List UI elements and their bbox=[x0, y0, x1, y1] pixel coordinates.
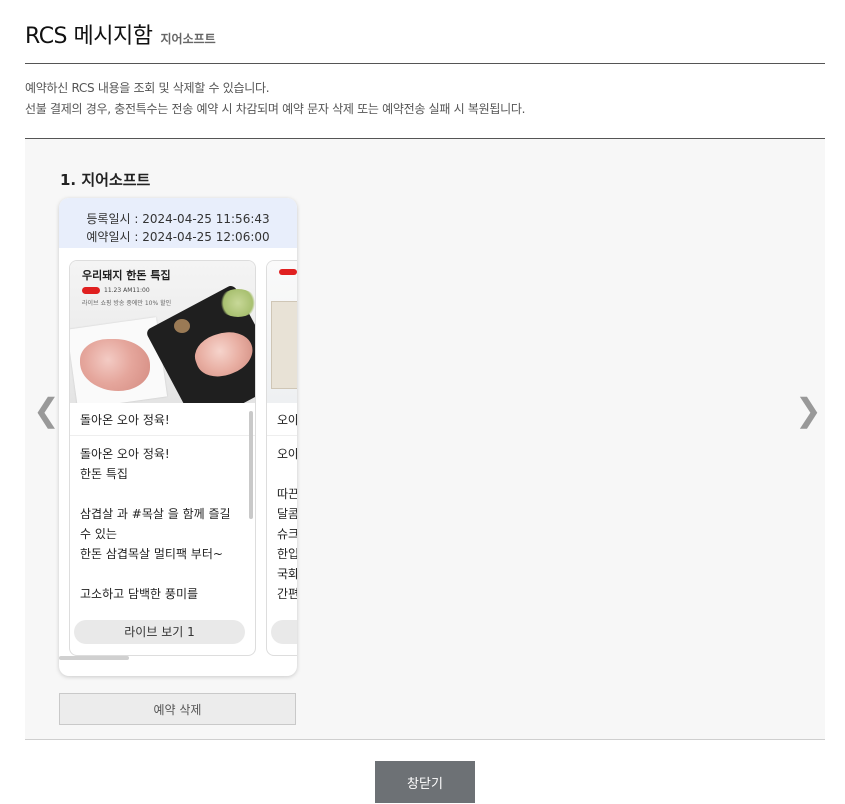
next-arrow-icon[interactable]: ❯ bbox=[795, 391, 822, 429]
company-label: 1. 지어소프트 bbox=[60, 171, 151, 189]
close-window-button[interactable]: 창닫기 bbox=[375, 761, 475, 803]
image-box bbox=[271, 301, 297, 389]
live-view-button[interactable] bbox=[271, 620, 297, 644]
message-body[interactable]: 오아 오아 따끈 달콤 슈크 한입 국화 간편 bbox=[267, 403, 297, 614]
message-card: 우리돼지 한돈 특집 11.23 AM11:00 라이브 쇼핑 방송 중에만 1… bbox=[69, 260, 256, 656]
description-line-1: 예약하신 RCS 내용을 조회 및 삭제할 수 있습니다. bbox=[25, 81, 270, 95]
message-heading: 돌아온 오아 정육! bbox=[70, 403, 255, 436]
reservation-panel: 1. 지어소프트 ❮ ❯ 등록일시 : 2024-04-25 11:56:43 … bbox=[25, 139, 825, 740]
message-text: 오아 따끈 달콤 슈크 한입 국화 간편 bbox=[277, 447, 297, 601]
registered-datetime: 등록일시 : 2024-04-25 11:56:43 bbox=[86, 212, 270, 226]
card-header: 등록일시 : 2024-04-25 11:56:43 예약일시 : 2024-0… bbox=[59, 198, 297, 248]
page-subtitle: 지어소프트 bbox=[160, 32, 216, 46]
live-view-button[interactable]: 라이브 보기 1 bbox=[74, 620, 245, 644]
reservation-card: 등록일시 : 2024-04-25 11:56:43 예약일시 : 2024-0… bbox=[59, 198, 297, 676]
delete-reservation-button[interactable]: 예약 삭제 bbox=[59, 693, 296, 725]
divider bbox=[25, 63, 825, 64]
message-text: 돌아온 오아 정육! 한돈 특집 삼겹살 과 #목살 을 함께 즐길 수 있는 … bbox=[80, 447, 231, 601]
message-image bbox=[267, 261, 297, 403]
image-tag-text: 11.23 AM11:00 bbox=[104, 287, 150, 294]
message-card: 오아 오아 따끈 달콤 슈크 한입 국화 간편 bbox=[266, 260, 297, 656]
image-bowl bbox=[174, 319, 190, 333]
message-carousel[interactable]: 우리돼지 한돈 특집 11.23 AM11:00 라이브 쇼핑 방송 중에만 1… bbox=[69, 260, 297, 656]
vertical-scrollbar[interactable] bbox=[249, 411, 253, 519]
live-badge-icon bbox=[82, 287, 100, 294]
description: 예약하신 RCS 내용을 조회 및 삭제할 수 있습니다. 선불 결제의 경우,… bbox=[25, 78, 525, 120]
page-title: RCS 메시지함 bbox=[25, 24, 153, 49]
message-body[interactable]: 돌아온 오아 정육! 돌아온 오아 정육! 한돈 특집 삼겹살 과 #목살 을 … bbox=[70, 403, 255, 614]
scheduled-datetime: 예약일시 : 2024-04-25 12:06:00 bbox=[86, 230, 270, 244]
image-herbs bbox=[218, 289, 255, 317]
description-line-2: 선불 결제의 경우, 충전특수는 전송 예약 시 차감되며 예약 문자 삭제 또… bbox=[25, 102, 526, 116]
image-tag: 11.23 AM11:00 bbox=[82, 287, 150, 294]
prev-arrow-icon[interactable]: ❮ bbox=[33, 391, 60, 429]
title-row: RCS 메시지함 지어소프트 bbox=[25, 18, 216, 50]
horizontal-scrollbar[interactable] bbox=[59, 656, 129, 660]
message-heading: 오아 bbox=[267, 403, 297, 436]
image-caption: 라이브 쇼핑 방송 중에만 10% 할인 bbox=[82, 300, 172, 307]
image-title: 우리돼지 한돈 특집 bbox=[82, 269, 171, 282]
message-image: 우리돼지 한돈 특집 11.23 AM11:00 라이브 쇼핑 방송 중에만 1… bbox=[70, 261, 255, 403]
live-badge-icon bbox=[279, 269, 297, 275]
